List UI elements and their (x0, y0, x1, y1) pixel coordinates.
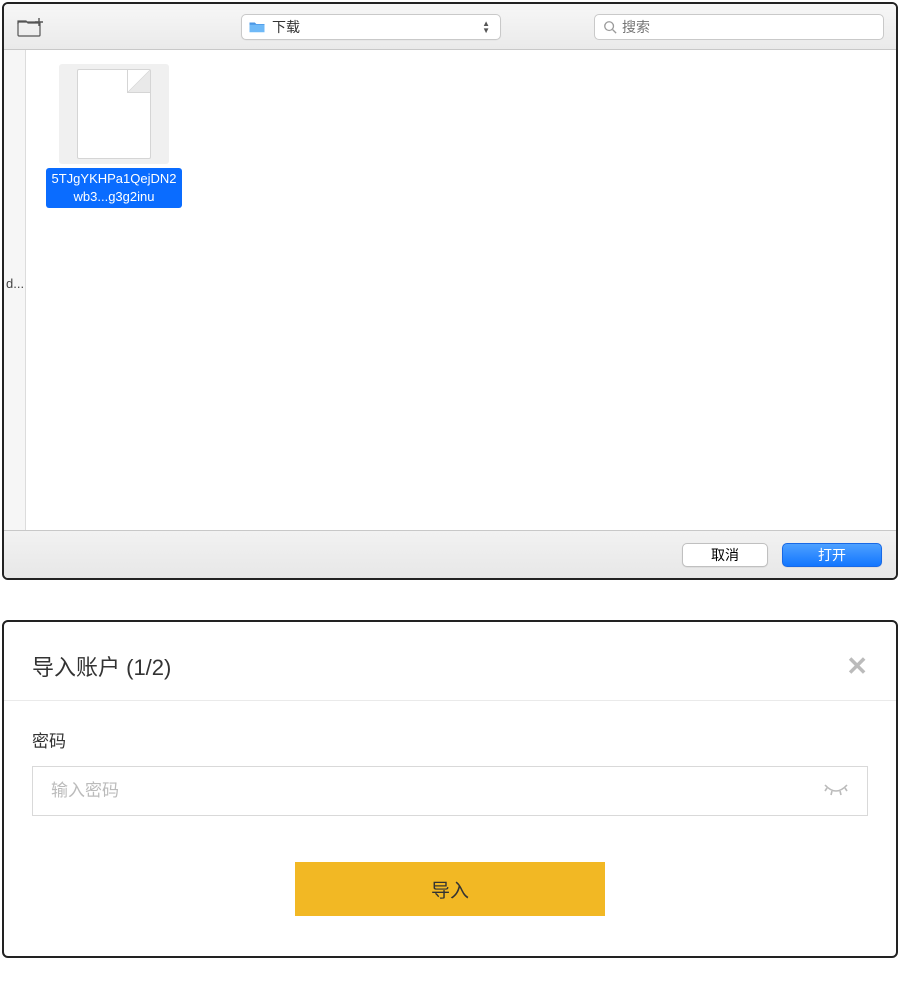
file-thumbnail (59, 64, 169, 164)
search-input[interactable] (622, 19, 875, 35)
dialog-footer: 取消 打开 (4, 530, 896, 578)
dialog-main: d... 5TJgYKHPa1QejDN2wb3...g3g2inu (4, 50, 896, 530)
sidebar-truncated-item[interactable]: d... (6, 276, 24, 291)
search-icon (603, 20, 617, 34)
eye-closed-icon[interactable] (823, 781, 849, 802)
password-input[interactable] (51, 781, 823, 801)
dialog-sidebar[interactable]: d... (4, 50, 26, 530)
file-item-selected[interactable]: 5TJgYKHPa1QejDN2wb3...g3g2inu (46, 64, 182, 208)
open-button[interactable]: 打开 (782, 543, 882, 567)
cancel-button[interactable]: 取消 (682, 543, 768, 567)
file-list[interactable]: 5TJgYKHPa1QejDN2wb3...g3g2inu (26, 50, 896, 530)
modal-title: 导入账户 (1/2) (32, 650, 846, 682)
file-open-dialog: 下载 ▲▼ d... 5TJgYKHPa1QejDN2wb3...g3g2inu (2, 2, 898, 580)
close-icon[interactable]: ✕ (846, 653, 868, 679)
import-account-modal: 导入账户 (1/2) ✕ 密码 导入 (2, 620, 898, 958)
folder-name: 下载 (272, 17, 478, 37)
folder-icon (248, 18, 266, 36)
document-icon (77, 69, 151, 159)
import-button[interactable]: 导入 (295, 862, 605, 916)
folder-dropdown[interactable]: 下载 ▲▼ (241, 14, 501, 40)
search-box[interactable] (594, 14, 884, 40)
dialog-toolbar: 下载 ▲▼ (4, 4, 896, 50)
updown-icon: ▲▼ (478, 20, 494, 34)
file-name: 5TJgYKHPa1QejDN2wb3...g3g2inu (46, 168, 182, 208)
password-field-wrap (32, 766, 868, 816)
modal-header: 导入账户 (1/2) ✕ (4, 622, 896, 701)
new-folder-button[interactable] (16, 15, 46, 39)
password-label: 密码 (32, 727, 868, 752)
modal-body: 密码 导入 (4, 701, 896, 956)
